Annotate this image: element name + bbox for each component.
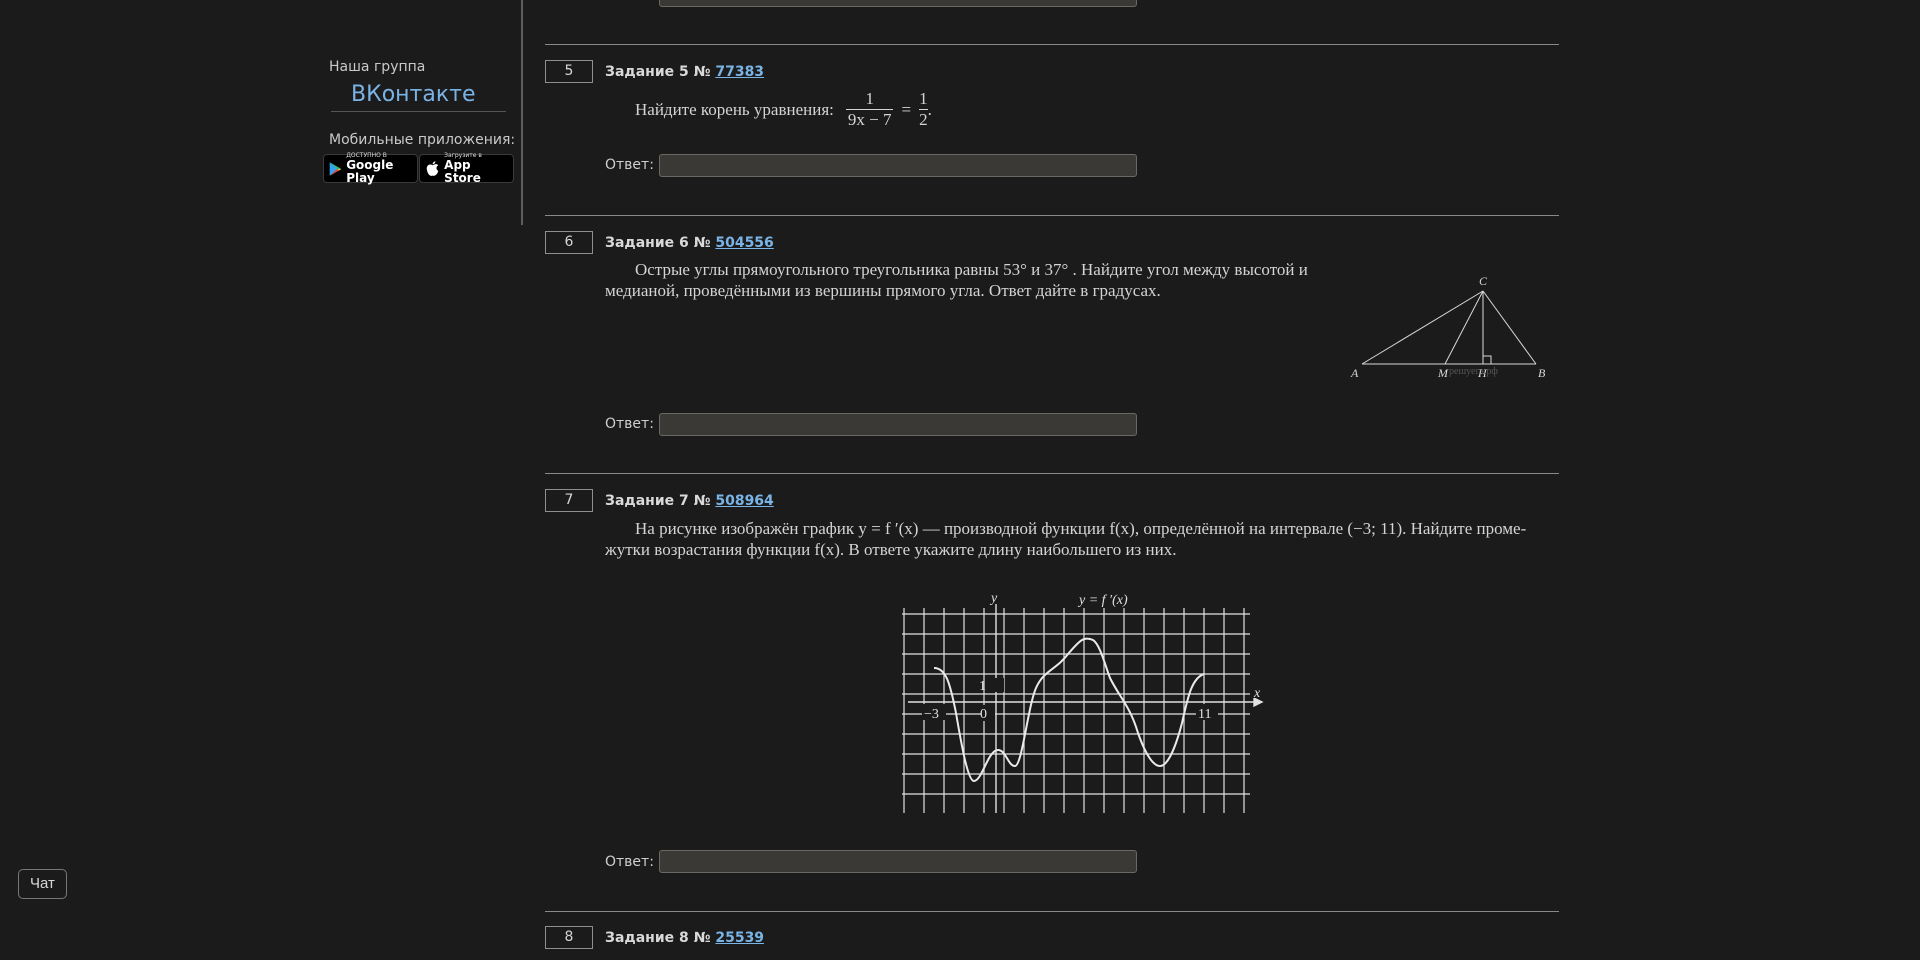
answer-label-7: Ответ: (605, 854, 654, 870)
google-play-icon (329, 161, 342, 176)
task-id-link-8[interactable]: 25539 (715, 930, 764, 946)
equation-period: . (927, 100, 932, 119)
graph-tick-0: 0 (980, 707, 987, 722)
fraction-right: 1 2 (919, 89, 928, 130)
task-title-6: Задание 6 № (605, 235, 711, 251)
answer-label-6: Ответ: (605, 416, 654, 432)
answer-input-7[interactable] (659, 850, 1137, 873)
task-text-6: Острые углы прямоугольного треугольника … (605, 260, 1308, 300)
equals-sign: = (901, 100, 912, 119)
divider (545, 215, 1559, 216)
graph-tick-minus3: −3 (924, 707, 939, 722)
label-m: M (1437, 366, 1449, 380)
watermark: решуегэ.рф (1449, 366, 1498, 377)
mobile-apps-label: Мобильные приложения: (329, 132, 516, 148)
task-7-line2: жутки возрастания функции f(x). В ответе… (605, 540, 1177, 559)
apple-icon (426, 160, 439, 176)
divider (545, 473, 1559, 474)
graph-tick-1: 1 (979, 679, 986, 694)
label-a: A (1350, 366, 1359, 380)
task-title-7: Задание 7 № (605, 493, 711, 509)
task-7-line1: На рисунке изображён график y = f ′(x) —… (635, 519, 1527, 538)
task-header-6: Задание 6 № 504556 (605, 235, 774, 251)
fraction-left-den: 9x − 7 (845, 109, 894, 129)
graph-x-label: x (1253, 686, 1261, 701)
answer-input-4[interactable] (659, 0, 1137, 7)
app-store-big: App Store (444, 158, 481, 185)
vk-underline (331, 111, 506, 112)
task-title-8: Задание 8 № (605, 930, 711, 946)
fraction-left-num: 1 (865, 89, 874, 108)
answer-input-5[interactable] (659, 154, 1137, 177)
task-text-5: Найдите корень уравнения: 1 9x − 7 = 1 2… (635, 89, 932, 130)
divider (545, 911, 1559, 912)
graph-function-label: y = f ′(x) (1077, 593, 1128, 608)
fraction-left: 1 9x − 7 (845, 89, 894, 130)
label-b: B (1538, 366, 1546, 380)
task-text-7: На рисунке изображён график y = f ′(x) —… (605, 518, 1559, 560)
google-play-badge[interactable]: ДОСТУПНО В Google Play (323, 152, 418, 185)
derivative-graph: y x y = f ′(x) 1 0 −3 11 (902, 588, 1266, 813)
task-id-link-7[interactable]: 508964 (715, 493, 773, 509)
task-header-8: Задание 8 № 25539 (605, 930, 764, 946)
task-id-link-5[interactable]: 77383 (715, 64, 764, 80)
chat-button[interactable]: Чат (18, 869, 67, 899)
answer-input-6[interactable] (659, 413, 1137, 436)
task-header-7: Задание 7 № 508964 (605, 493, 774, 509)
sidebar-separator (521, 0, 523, 225)
answer-label-5: Ответ: (605, 157, 654, 173)
task-number-8: 8 (545, 926, 593, 949)
task-number-7: 7 (545, 489, 593, 512)
label-c: C (1479, 274, 1488, 288)
fraction-right-den: 2 (919, 109, 928, 129)
task-number-6: 6 (545, 231, 593, 254)
task-title-5: Задание 5 № (605, 64, 711, 80)
fraction-right-num: 1 (919, 89, 928, 108)
vk-link[interactable]: ВКонтакте (351, 82, 476, 107)
task-5-statement: Найдите корень уравнения: (635, 100, 834, 119)
divider (545, 44, 1559, 45)
task-number-5: 5 (545, 60, 593, 83)
graph-tick-11: 11 (1198, 707, 1211, 722)
google-play-big: Google Play (346, 158, 394, 185)
task-id-link-6[interactable]: 504556 (715, 235, 773, 251)
app-store-badge[interactable]: Загрузите в App Store (419, 152, 514, 185)
group-label: Наша группа (329, 59, 426, 75)
triangle-figure: C A B M H решуегэ.рф (1350, 274, 1546, 380)
graph-y-label: y (989, 591, 998, 606)
task-header-5: Задание 5 № 77383 (605, 64, 764, 80)
